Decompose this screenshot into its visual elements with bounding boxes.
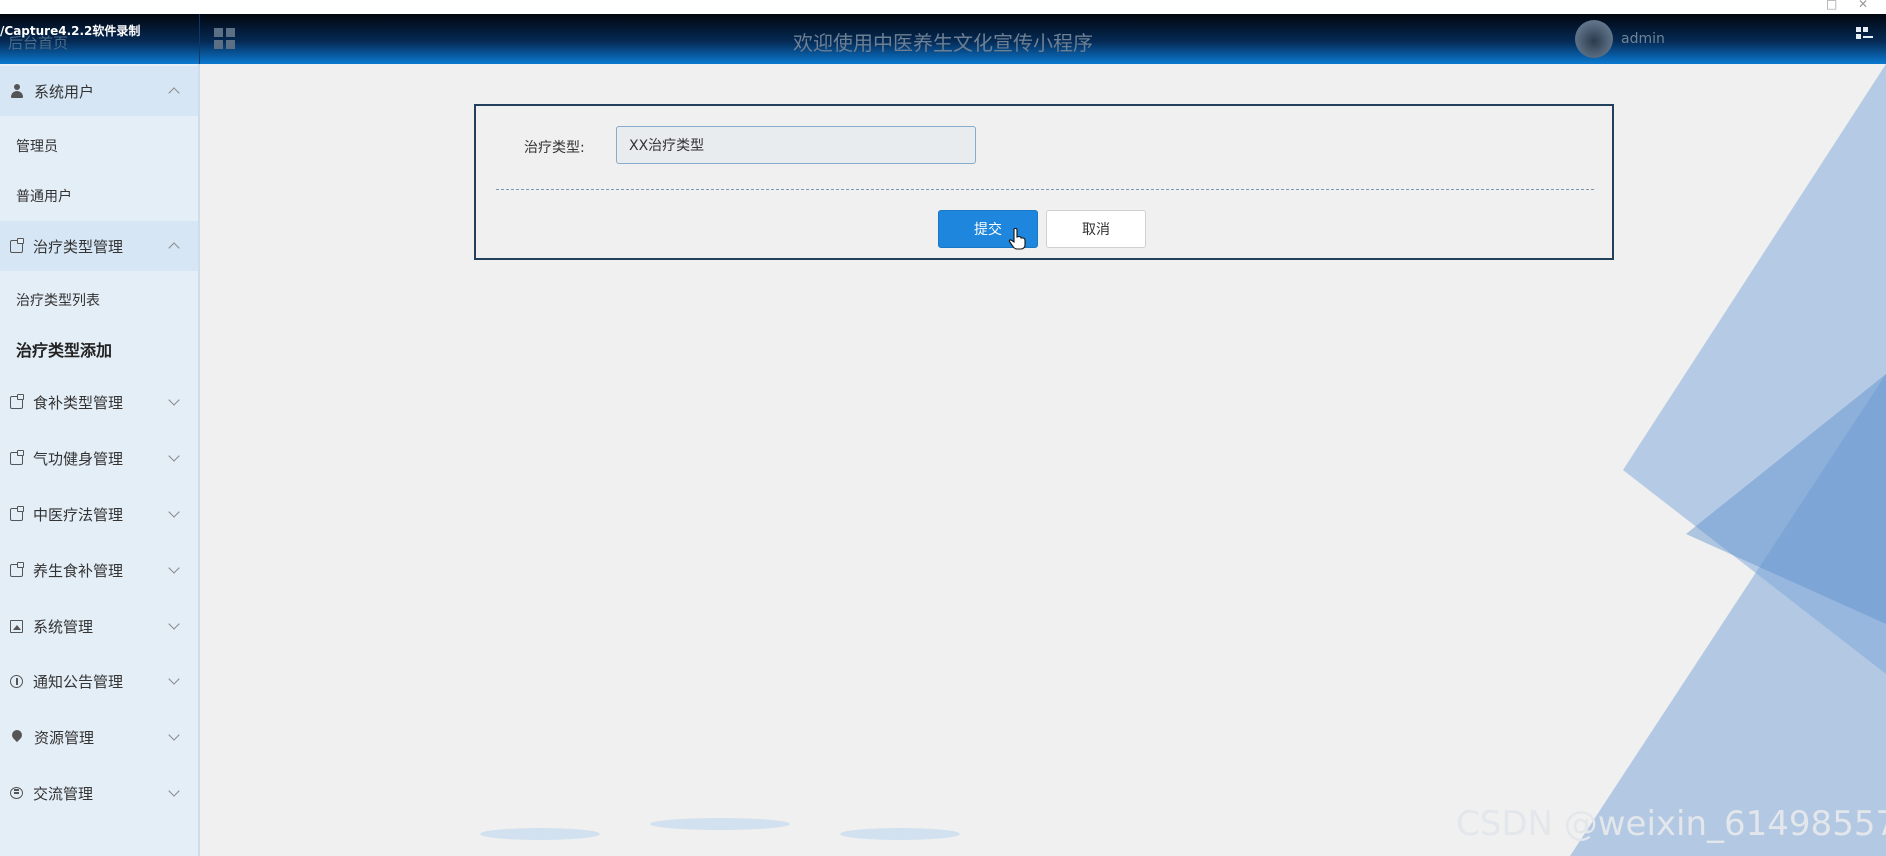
sidebar-group-tcm-therapy[interactable]: 中医疗法管理 xyxy=(0,489,198,539)
sidebar-group-diet-types[interactable]: 食补类型管理 xyxy=(0,377,198,427)
treatment-type-input[interactable] xyxy=(616,126,976,164)
folder-icon xyxy=(10,238,24,253)
chevron-down-icon xyxy=(168,450,180,462)
sidebar-group-qigong[interactable]: 气功健身管理 xyxy=(0,433,198,483)
add-treatment-type-form: 治疗类型: 提交 取消 xyxy=(474,104,1614,260)
chevron-down-icon xyxy=(168,506,180,518)
sidebar-group-system-users[interactable]: 系统用户 xyxy=(0,66,198,116)
sidebar-item-label: 治疗类型列表 xyxy=(16,293,100,309)
folder-icon xyxy=(10,506,24,521)
sidebar-item-label: 管理员 xyxy=(16,139,58,155)
sidebar-item-normal-users[interactable]: 普通用户 xyxy=(0,172,198,220)
window-close-icon[interactable]: ✕ xyxy=(1858,0,1868,11)
main-content: 治疗类型: 提交 取消 CSDN @weixin_61498557 xyxy=(200,64,1886,856)
sidebar-group-system-management[interactable]: 系统管理 xyxy=(0,601,198,651)
window-titlebar: □ ✕ xyxy=(0,0,1886,14)
folder-icon xyxy=(10,450,24,465)
sidebar-item-treatment-type-list[interactable]: 治疗类型列表 xyxy=(0,276,198,324)
info-icon xyxy=(10,674,23,688)
sidebar-group-health-diet[interactable]: 养生食补管理 xyxy=(0,545,198,595)
avatar[interactable] xyxy=(1575,20,1613,58)
chevron-up-icon xyxy=(168,242,180,254)
sidebar-group-treatment-types[interactable]: 治疗类型管理 xyxy=(0,221,198,271)
chevron-down-icon xyxy=(168,785,180,797)
sidebar-group-communication[interactable]: 交流管理 xyxy=(0,768,198,818)
sidebar-item-label: 普通用户 xyxy=(16,189,72,205)
top-header: 后台首页 欢迎使用中医养生文化宣传小程序 admin xyxy=(0,14,1886,64)
username[interactable]: admin xyxy=(1621,31,1665,47)
window-maximize-icon[interactable]: □ xyxy=(1826,0,1837,11)
sidebar-item-treatment-type-add[interactable]: 治疗类型添加 xyxy=(0,325,198,373)
user-icon xyxy=(10,84,24,98)
chevron-down-icon xyxy=(168,562,180,574)
sidebar-group-label: 通知公告管理 xyxy=(33,672,124,691)
sidebar-group-label: 资源管理 xyxy=(34,728,95,747)
hand-cursor-icon xyxy=(1008,228,1026,250)
sidebar-group-label: 系统管理 xyxy=(33,617,94,636)
chevron-down-icon xyxy=(168,673,180,685)
form-divider xyxy=(496,189,1594,190)
recorder-watermark: /Capture4.2.2软件录制 xyxy=(0,24,141,38)
chevron-up-icon xyxy=(168,87,180,99)
sidebar-group-label: 食补类型管理 xyxy=(33,393,124,412)
pin-icon xyxy=(10,730,24,744)
sidebar-group-label: 交流管理 xyxy=(33,784,94,803)
chat-icon xyxy=(10,787,23,799)
treatment-type-label: 治疗类型: xyxy=(524,140,585,156)
folder-icon xyxy=(10,562,24,577)
picture-icon xyxy=(10,619,23,633)
chevron-down-icon xyxy=(168,729,180,741)
sidebar-group-label: 系统用户 xyxy=(34,82,95,101)
fullscreen-icon[interactable] xyxy=(1854,24,1874,44)
sidebar-item-label: 治疗类型添加 xyxy=(16,341,113,360)
chevron-down-icon xyxy=(168,618,180,630)
folder-icon xyxy=(10,394,24,409)
sidebar-group-label: 中医疗法管理 xyxy=(33,505,124,524)
sidebar-item-admin[interactable]: 管理员 xyxy=(0,122,198,170)
csdn-watermark: CSDN @weixin_61498557 xyxy=(1456,804,1886,844)
chevron-down-icon xyxy=(168,394,180,406)
sidebar-group-label: 气功健身管理 xyxy=(33,449,124,468)
cancel-button[interactable]: 取消 xyxy=(1046,210,1146,248)
sidebar-group-label: 治疗类型管理 xyxy=(33,237,124,256)
sidebar-group-notices[interactable]: 通知公告管理 xyxy=(0,656,198,706)
sidebar: 系统用户 管理员 普通用户 治疗类型管理 治疗类型列表 治疗类型添加 食补类型管… xyxy=(0,64,200,856)
sidebar-group-label: 养生食补管理 xyxy=(33,561,124,580)
sidebar-group-resources[interactable]: 资源管理 xyxy=(0,712,198,762)
